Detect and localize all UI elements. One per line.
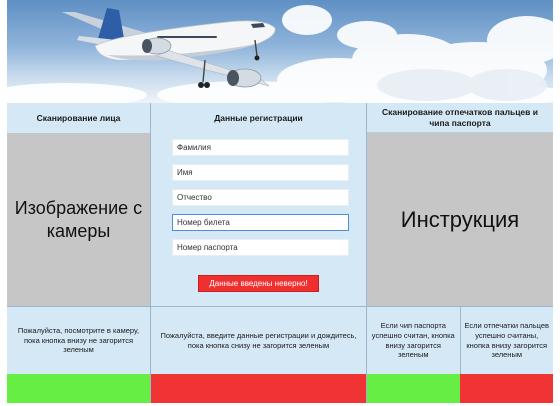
registration-form bbox=[172, 139, 349, 264]
error-message: Данные введены неверно! bbox=[198, 275, 319, 292]
fingerprint-chip-panel: Сканирование отпечатков пальцев и чипа п… bbox=[367, 103, 553, 403]
right-notes: Если чип паспорта успешно считан, кнопка… bbox=[367, 306, 553, 374]
chip-status-indicator bbox=[367, 374, 460, 403]
camera-placeholder-text: Изображение с камеры bbox=[14, 198, 143, 241]
registration-header: Данные регистрации bbox=[151, 103, 366, 133]
face-scan-header: Сканирование лица bbox=[7, 103, 150, 133]
first-name-field[interactable] bbox=[172, 164, 349, 181]
face-scan-panel: Сканирование лица Изображение с камеры П… bbox=[7, 103, 150, 403]
airplane-banner bbox=[7, 0, 553, 103]
instruction-area: Инструкция bbox=[367, 133, 553, 306]
passport-number-field[interactable] bbox=[172, 239, 349, 256]
instruction-text: Инструкция bbox=[400, 206, 520, 232]
fingerprint-note: Если отпечатки пальцев успешно считаны, … bbox=[459, 307, 553, 374]
surname-field[interactable] bbox=[172, 139, 349, 156]
registration-status-indicator bbox=[151, 374, 366, 403]
fingerprint-chip-header: Сканирование отпечатков пальцев и чипа п… bbox=[367, 103, 553, 133]
registration-note: Пожалуйста, введите данные регистрации и… bbox=[151, 306, 366, 374]
fingerprint-status-indicator bbox=[460, 374, 553, 403]
face-scan-status-indicator bbox=[7, 374, 150, 403]
ticket-number-field[interactable] bbox=[172, 214, 349, 231]
patronymic-field[interactable] bbox=[172, 189, 349, 206]
right-status-row bbox=[367, 374, 553, 403]
face-scan-note: Пожалуйста, посмотрите в камеру, пока кн… bbox=[7, 306, 150, 374]
chip-note: Если чип паспорта успешно считан, кнопка… bbox=[367, 307, 460, 374]
airplane-icon bbox=[7, 5, 553, 103]
registration-panel: Данные регистрации Данные введены неверн… bbox=[150, 103, 367, 403]
camera-preview: Изображение с камеры bbox=[7, 133, 150, 306]
